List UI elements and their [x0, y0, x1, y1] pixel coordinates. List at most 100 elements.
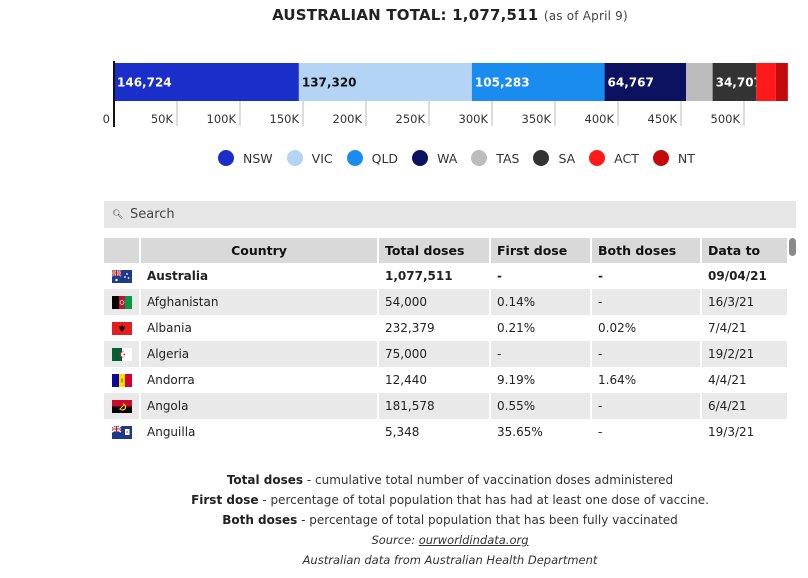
bar-label-qld: 105,283 — [475, 76, 530, 90]
country-name: Albania — [140, 315, 379, 341]
both-doses: - — [591, 263, 702, 289]
x-tick-label: 50K — [151, 112, 174, 126]
first-dose: 35.65% — [490, 419, 592, 442]
australia-flag-icon — [112, 269, 132, 283]
table-row: Angola 181,578 0.55% - 6/4/21 — [104, 393, 788, 419]
country-name: Algeria — [140, 341, 379, 367]
total-doses: 5,348 — [378, 419, 491, 442]
legend-item-act[interactable]: ACT — [589, 150, 639, 166]
bar-label-sa: 34,707 — [716, 76, 762, 90]
header-first-dose[interactable]: First dose — [490, 238, 592, 263]
legend-item-nt[interactable]: NT — [652, 150, 695, 166]
data-to: 7/4/21 — [701, 315, 788, 341]
country-name: Australia — [140, 263, 379, 289]
albania-flag-icon — [112, 321, 132, 335]
both-doses: 0.02% — [591, 315, 702, 341]
data-to: 16/3/21 — [701, 289, 788, 315]
both-doses: - — [591, 419, 702, 442]
first-dose: 0.21% — [490, 315, 592, 341]
table-row: Andorra 12,440 9.19% 1.64% 4/4/21 — [104, 367, 788, 393]
legend-swatch — [589, 150, 606, 166]
note-term: First dose — [191, 493, 259, 507]
x-tick-label: 500K — [711, 112, 741, 126]
first-dose: - — [490, 341, 592, 367]
note-term: Both doses — [222, 513, 298, 527]
legend-item-wa[interactable]: WA — [412, 150, 457, 166]
search-icon: 🔍︎ — [112, 209, 124, 220]
legend-swatch — [471, 150, 488, 166]
total-doses: 54,000 — [378, 289, 491, 315]
legend-swatch — [652, 150, 669, 166]
header-total-doses[interactable]: Total doses — [378, 238, 491, 263]
note-both-doses: Both doses - percentage of total populat… — [0, 510, 808, 530]
note-total-doses: Total doses - cumulative total number of… — [0, 470, 808, 490]
x-tick-label: 350K — [522, 112, 552, 126]
country-name: Angola — [140, 393, 379, 419]
table-row: Anguilla 5,348 35.65% - 19/3/21 — [104, 419, 788, 442]
legend-item-nsw[interactable]: NSW — [218, 150, 273, 166]
table-row: Afghanistan 54,000 0.14% - 16/3/21 — [104, 289, 788, 315]
legend-label: VIC — [311, 150, 333, 166]
total-doses: 232,379 — [378, 315, 491, 341]
header-data-to[interactable]: Data to — [701, 238, 788, 263]
source-label: Source: — [371, 533, 419, 547]
legend-item-tas[interactable]: TAS — [471, 150, 519, 166]
note-desc: - percentage of total population that ha… — [258, 493, 709, 507]
legend-label: QLD — [371, 150, 399, 166]
header-country[interactable]: Country — [140, 238, 379, 263]
legend-label: ACT — [614, 150, 639, 166]
legend-label: TAS — [496, 150, 520, 166]
both-doses: - — [591, 289, 702, 315]
country-name: Anguilla — [140, 419, 379, 442]
both-doses: 1.64% — [591, 367, 702, 393]
x-tick-label: 400K — [585, 112, 615, 126]
stacked-bar-chart: 146,724 137,320 105,283 64,767 34,707 0 50K 100… — [103, 61, 788, 127]
data-to: 09/04/21 — [701, 263, 788, 289]
legend-label: WA — [437, 150, 458, 166]
x-tick-label: 150K — [270, 112, 300, 126]
note-desc: - percentage of total population that ha… — [297, 513, 678, 527]
legend-item-sa[interactable]: SA — [533, 150, 575, 166]
chart-title-sub: (as of April 9) — [543, 9, 628, 23]
chart-title: AUSTRALIAN TOTAL: 1,077,511 (as of April… — [0, 6, 808, 24]
vaccination-table: Country Total doses First dose Both dose… — [104, 238, 788, 442]
search-input[interactable] — [126, 207, 726, 222]
algeria-flag-icon — [112, 347, 132, 361]
legend-label: NSW — [243, 150, 273, 166]
header-both-doses[interactable]: Both doses — [591, 238, 702, 263]
note-term: Total doses — [226, 473, 304, 487]
legend-swatch — [412, 150, 429, 166]
bar-label-nsw: 146,724 — [117, 76, 172, 90]
note-first-dose: First dose - percentage of total populat… — [0, 490, 808, 510]
table-row: Algeria 75,000 - - 19/2/21 — [104, 341, 788, 367]
chart-title-main: AUSTRALIAN TOTAL: 1,077,511 — [272, 6, 539, 24]
legend-item-qld[interactable]: QLD — [346, 150, 399, 166]
both-doses: - — [591, 393, 702, 419]
source-australia: Australian data from Australian Health D… — [302, 553, 598, 567]
data-to: 4/4/21 — [701, 367, 788, 393]
source-link[interactable]: ourworldindata.org — [419, 533, 529, 547]
table-scrollbar[interactable] — [789, 238, 796, 442]
bar-label-vic: 137,320 — [302, 76, 357, 90]
data-to: 19/2/21 — [701, 341, 788, 367]
andorra-flag-icon — [112, 373, 132, 387]
legend-swatch — [218, 150, 234, 166]
legend-item-vic[interactable]: VIC — [286, 150, 333, 166]
bar-segment-tas[interactable] — [686, 63, 713, 101]
first-dose: 9.19% — [490, 367, 592, 393]
table-header-row: Country Total doses First dose Both dose… — [104, 238, 788, 263]
anguilla-flag-icon — [112, 425, 132, 439]
footnotes: Total doses - cumulative total number of… — [0, 470, 808, 570]
header-flag — [104, 238, 141, 263]
scrollbar-thumb[interactable] — [789, 238, 796, 256]
bar-segment-act[interactable] — [756, 63, 776, 101]
x-tick-label: 250K — [396, 112, 426, 126]
data-to: 6/4/21 — [701, 393, 788, 419]
search-bar[interactable]: 🔍︎ — [104, 201, 796, 228]
table-row: Albania 232,379 0.21% 0.02% 7/4/21 — [104, 315, 788, 341]
x-tick-label: 300K — [459, 112, 489, 126]
vaccination-table-container[interactable]: Country Total doses First dose Both dose… — [104, 238, 788, 442]
bar-segment-nt[interactable] — [775, 63, 788, 101]
x-tick-label: 100K — [207, 112, 237, 126]
source-line: Source: ourworldindata.org — [0, 530, 808, 550]
